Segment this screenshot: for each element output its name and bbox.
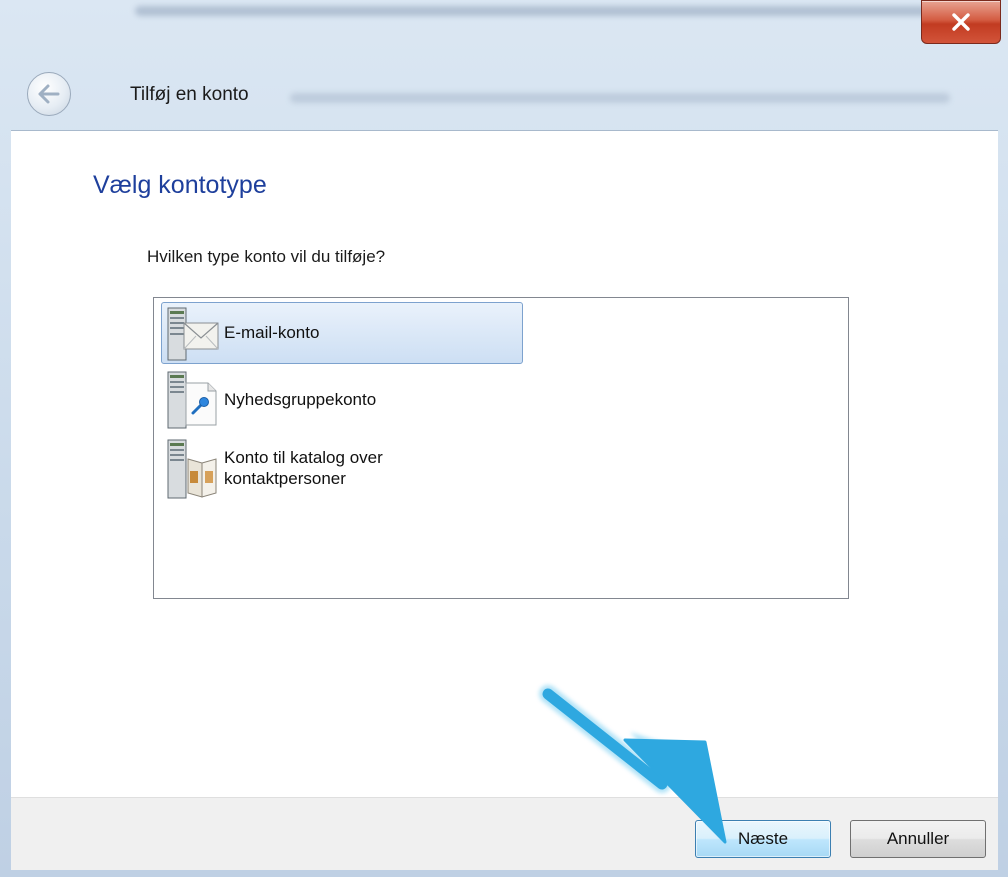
list-item-email-account[interactable]: E-mail-konto xyxy=(161,302,523,364)
list-item-label: Nyhedsgruppekonto xyxy=(224,390,377,409)
add-account-dialog: Tilføj en konto Vælg kontotype Hvilken t… xyxy=(0,0,1008,877)
close-button[interactable] xyxy=(921,0,1001,44)
email-server-icon xyxy=(166,305,220,368)
blurred-background-text xyxy=(135,6,955,16)
list-item-directory-account[interactable]: Konto til katalog over kontaktpersoner xyxy=(161,434,523,504)
list-item-newsgroup-account[interactable]: Nyhedsgruppekonto xyxy=(161,366,523,432)
dialog-content: Vælg kontotype Hvilken type konto vil du… xyxy=(11,130,998,798)
list-item-label: E-mail-konto xyxy=(224,323,320,342)
back-arrow-icon xyxy=(38,84,60,104)
cancel-button[interactable]: Annuller xyxy=(850,820,986,858)
account-type-list[interactable]: E-mail-konto Nyhedsgruppekonto Konto til… xyxy=(153,297,849,599)
list-item-label: Konto til katalog over kontaktpersoner xyxy=(224,448,383,488)
close-icon xyxy=(952,13,970,31)
next-button[interactable]: Næste xyxy=(695,820,831,858)
blurred-background-text xyxy=(290,93,950,103)
back-button[interactable] xyxy=(27,72,71,116)
page-heading: Vælg kontotype xyxy=(93,171,267,199)
dialog-footer: Næste Annuller xyxy=(11,797,998,870)
question-label: Hvilken type konto vil du tilføje? xyxy=(147,247,386,266)
directory-server-icon xyxy=(166,437,220,506)
newsgroup-server-icon xyxy=(166,369,220,436)
window-title: Tilføj en konto xyxy=(130,84,249,105)
